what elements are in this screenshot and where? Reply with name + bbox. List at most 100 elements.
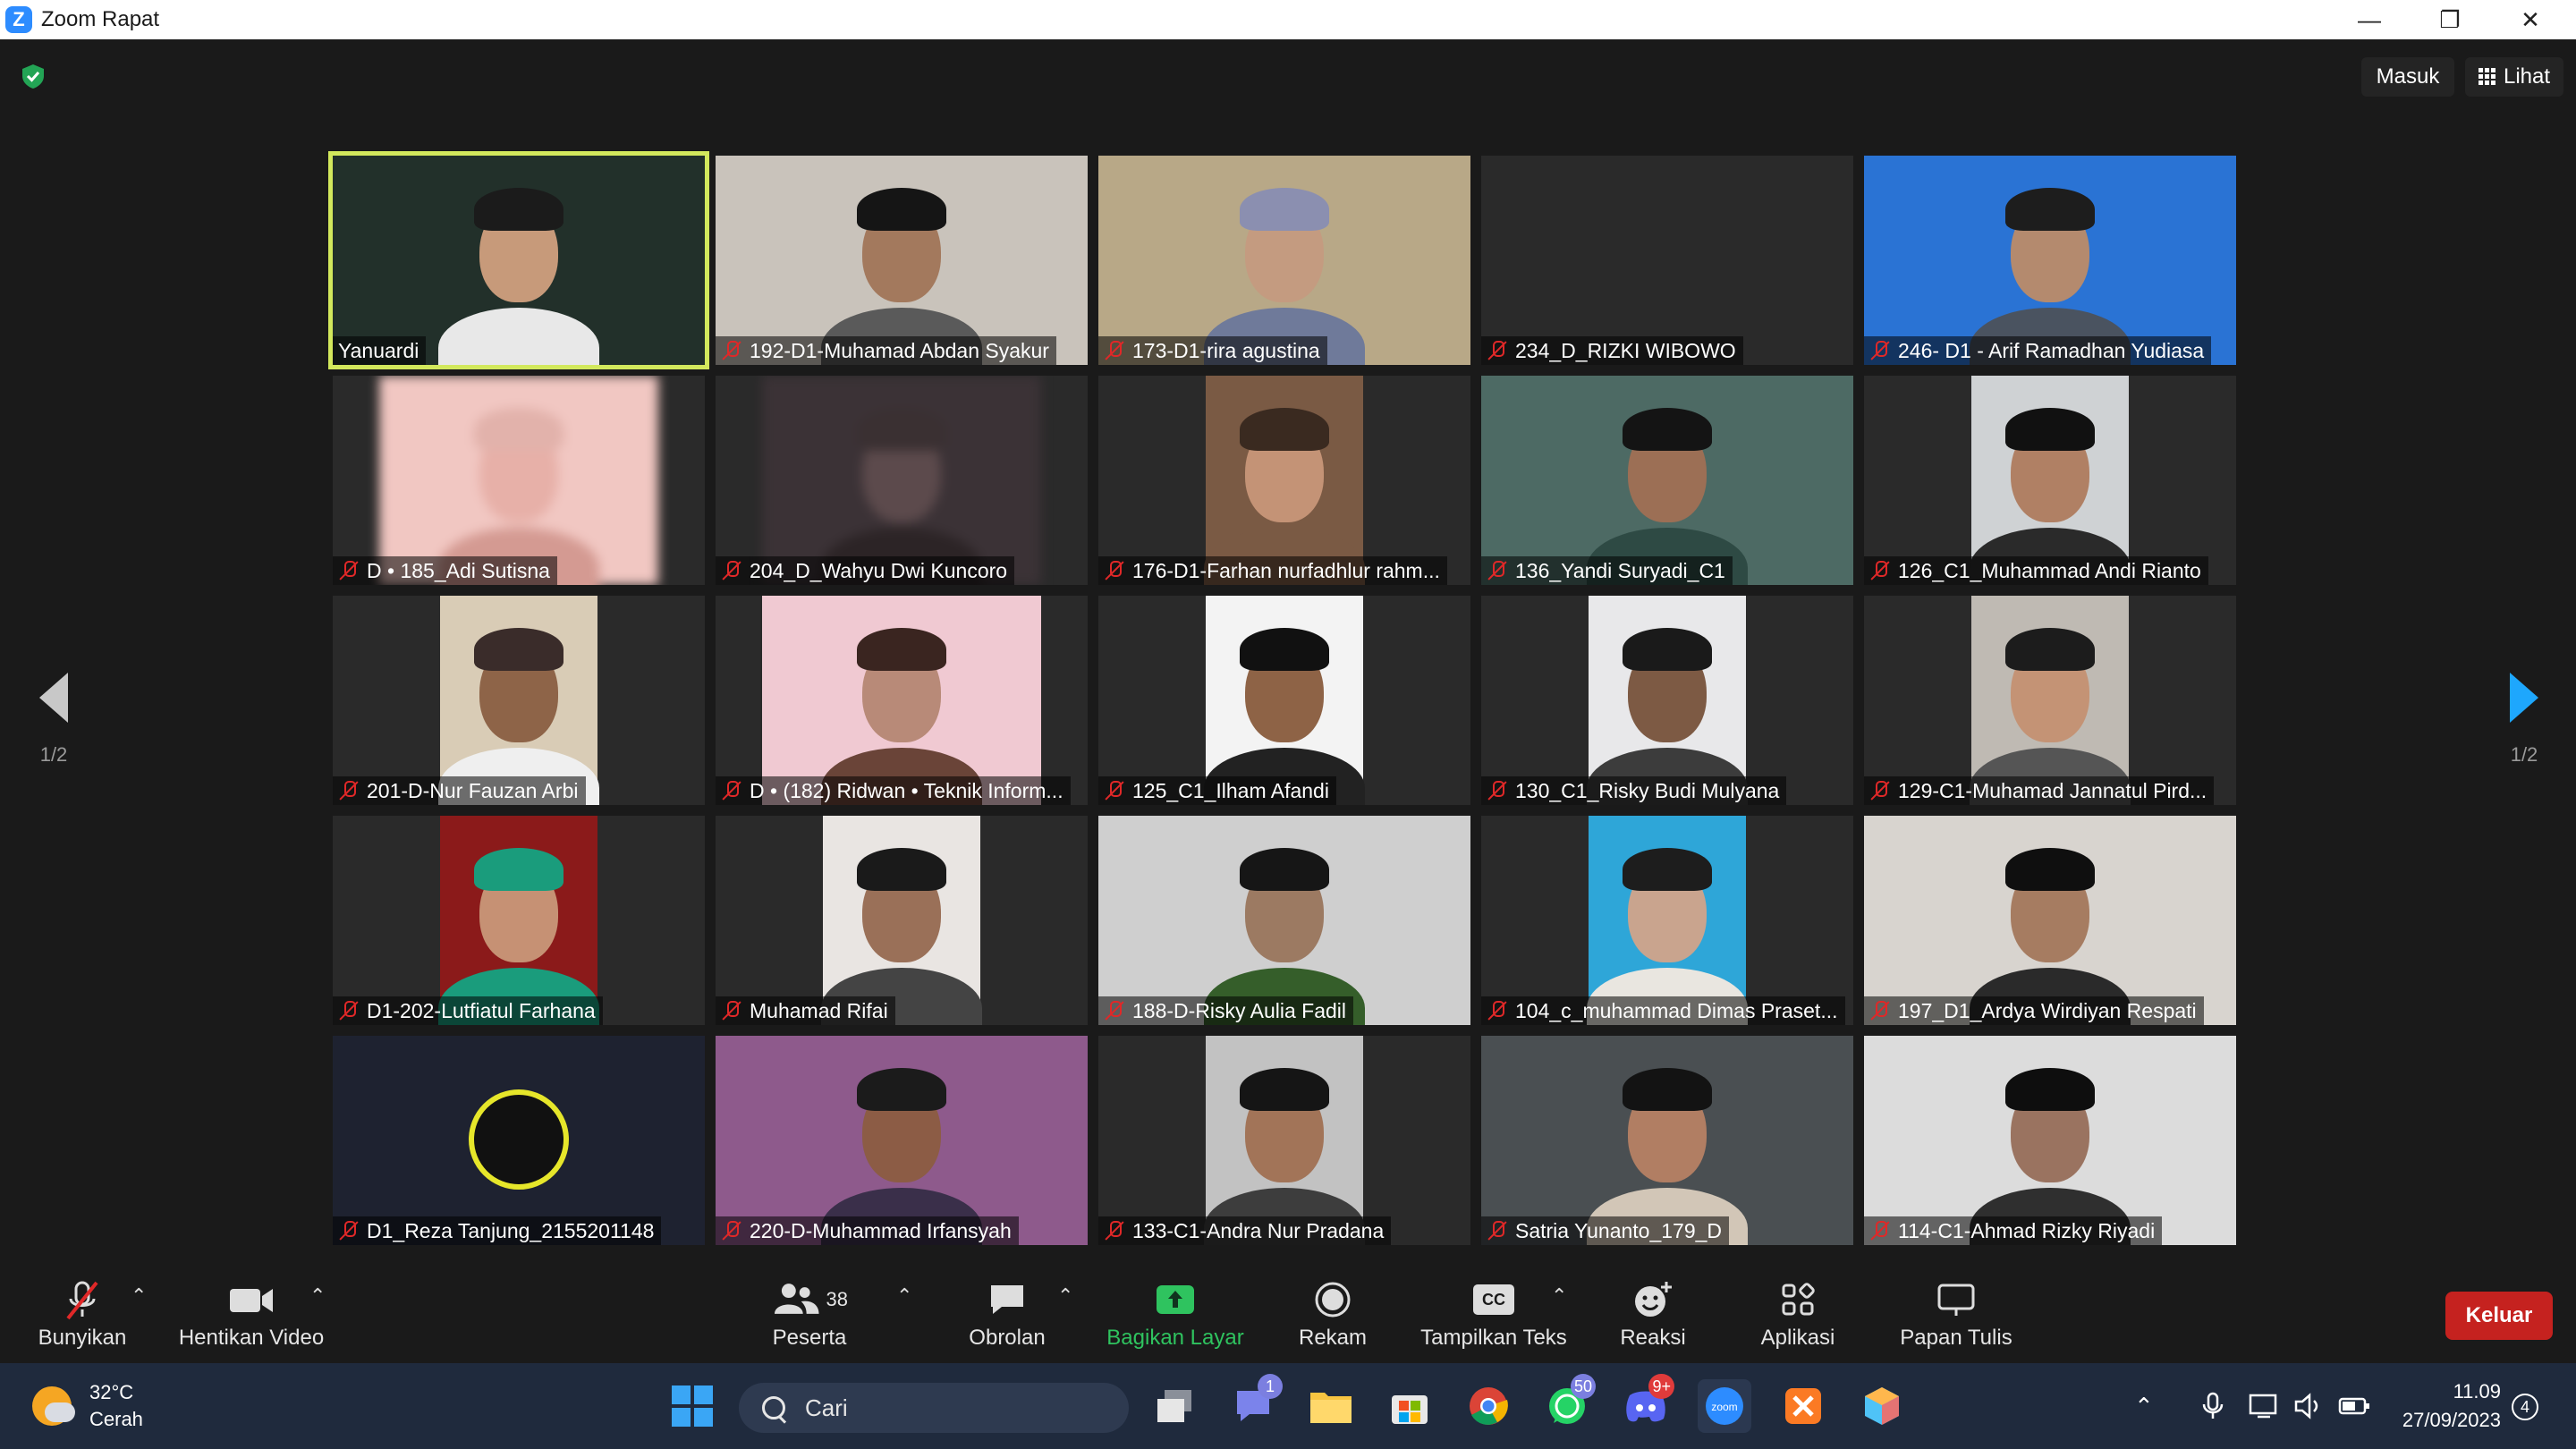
mic-muted-icon xyxy=(338,1220,360,1241)
participant-name: Yanuardi xyxy=(338,338,419,362)
participant-tile[interactable]: 125_C1_Ilham Afandi xyxy=(1098,596,1470,805)
mic-muted-icon xyxy=(338,560,360,581)
participant-tile[interactable]: 130_C1_Risky Budi Mulyana xyxy=(1481,596,1853,805)
participant-name: 136_Yandi Suryadi_C1 xyxy=(1515,558,1725,582)
participant-name: 234_D_RIZKI WIBOWO xyxy=(1515,338,1736,362)
taskbar-clock[interactable]: 11.09 27/09/2023 xyxy=(2379,1377,2501,1435)
participant-tile[interactable]: 188-D-Risky Aulia Fadil xyxy=(1098,816,1470,1025)
share-screen-button[interactable]: Bagikan Layar xyxy=(1104,1279,1247,1351)
video-options-caret[interactable]: ⌃ xyxy=(309,1284,326,1308)
participant-name-label: 129-C1-Muhamad Jannatul Pird... xyxy=(1864,776,2215,805)
teams-app-icon[interactable]: 1 xyxy=(1227,1374,1283,1433)
start-button[interactable] xyxy=(665,1379,719,1433)
participant-tile[interactable]: 129-C1-Muhamad Jannatul Pird... xyxy=(1864,596,2236,805)
record-button[interactable]: Rekam xyxy=(1295,1279,1370,1351)
chrome-icon[interactable] xyxy=(1462,1379,1515,1433)
captions-options-caret[interactable]: ⌃ xyxy=(1551,1284,1567,1308)
participant-tile[interactable]: 133-C1-Andra Nur Pradana xyxy=(1098,1036,1470,1245)
discord-icon[interactable]: 9+ xyxy=(1619,1374,1674,1433)
zoom-logo-icon: Z xyxy=(5,6,32,33)
reactions-button[interactable]: Reaksi xyxy=(1614,1279,1692,1351)
participant-name: D • (182) Ridwan • Teknik Inform... xyxy=(750,778,1063,802)
video-feed xyxy=(1864,156,2236,365)
windows-logo-icon xyxy=(672,1385,713,1427)
video-feed xyxy=(1204,596,1365,805)
network-icon[interactable] xyxy=(2249,1392,2281,1420)
mic-muted-icon xyxy=(1487,1000,1508,1021)
apps-button[interactable]: Aplikasi xyxy=(1753,1279,1843,1351)
stop-video-button[interactable]: Hentikan Video xyxy=(172,1279,331,1351)
participant-name: 246- D1 - Arif Ramadhan Yudiasa xyxy=(1898,338,2205,362)
participant-tile[interactable]: 104_c_muhammad Dimas Praset... xyxy=(1481,816,1853,1025)
participant-tile[interactable]: 136_Yandi Suryadi_C1 xyxy=(1481,376,1853,585)
video-feed xyxy=(438,816,599,1025)
next-page-button[interactable]: 1/2 xyxy=(2497,673,2551,767)
show-captions-button[interactable]: CC Tampilkan Teks xyxy=(1419,1279,1569,1351)
zoom-taskbar-icon[interactable]: zoom xyxy=(1698,1379,1751,1433)
cube-app-icon[interactable] xyxy=(1855,1379,1909,1433)
file-explorer-icon[interactable] xyxy=(1304,1379,1358,1433)
previous-page-button[interactable]: 1/2 xyxy=(27,673,80,767)
volume-icon[interactable] xyxy=(2293,1392,2324,1420)
arrow-right-icon xyxy=(2510,673,2538,723)
participant-tile[interactable]: 246- D1 - Arif Ramadhan Yudiasa xyxy=(1864,156,2236,365)
chrome-logo-icon xyxy=(1470,1387,1508,1425)
participant-tile[interactable]: 126_C1_Muhammad Andi Rianto xyxy=(1864,376,2236,585)
participants-options-caret[interactable]: ⌃ xyxy=(896,1284,912,1308)
security-shield-icon[interactable] xyxy=(20,63,47,89)
notification-count[interactable]: 4 xyxy=(2512,1394,2538,1420)
participant-tile[interactable]: D1_Reza Tanjung_2155201148 xyxy=(333,1036,705,1245)
masuk-button[interactable]: Masuk xyxy=(2361,57,2454,97)
participant-tile[interactable]: 204_D_Wahyu Dwi Kuncoro xyxy=(716,376,1088,585)
whiteboard-button[interactable]: Papan Tulis xyxy=(1896,1279,2016,1351)
battery-icon[interactable] xyxy=(2336,1392,2372,1420)
participant-name-label: 173-D1-rira agustina xyxy=(1098,336,1327,365)
video-feed xyxy=(1864,1036,2236,1245)
chat-options-caret[interactable]: ⌃ xyxy=(1057,1284,1073,1308)
participant-tile[interactable]: 234_D_RIZKI WIBOWO xyxy=(1481,156,1853,365)
participant-tile[interactable]: 176-D1-Farhan nurfadhlur rahm... xyxy=(1098,376,1470,585)
view-label: Lihat xyxy=(2503,64,2551,89)
microsoft-store-icon[interactable] xyxy=(1383,1379,1436,1433)
participant-name-label: D1_Reza Tanjung_2155201148 xyxy=(333,1216,662,1245)
participant-tile[interactable]: 114-C1-Ahmad Rizky Riyadi xyxy=(1864,1036,2236,1245)
participant-tile[interactable]: D1-202-Lutfiatul Farhana xyxy=(333,816,705,1025)
participant-tile[interactable]: 192-D1-Muhamad Abdan Syakur xyxy=(716,156,1088,365)
audio-options-caret[interactable]: ⌃ xyxy=(131,1284,147,1308)
participant-name-label: Muhamad Rifai xyxy=(716,996,895,1025)
participant-tile[interactable]: Muhamad Rifai xyxy=(716,816,1088,1025)
minimize-button[interactable]: — xyxy=(2329,0,2410,39)
weather-widget[interactable]: 32°C Cerah xyxy=(32,1379,143,1433)
participant-tile[interactable]: 173-D1-rira agustina xyxy=(1098,156,1470,365)
leave-meeting-button[interactable]: Keluar xyxy=(2445,1292,2553,1340)
participants-button[interactable]: 38 Peserta xyxy=(771,1279,848,1351)
view-button[interactable]: Lihat xyxy=(2465,57,2563,97)
taskbar-search[interactable]: Cari xyxy=(739,1383,1129,1433)
participant-tile[interactable]: 220-D-Muhammad Irfansyah xyxy=(716,1036,1088,1245)
participant-tile[interactable]: D • 185_Adi Sutisna xyxy=(333,376,705,585)
grid-view-icon xyxy=(2478,68,2496,86)
close-button[interactable]: ✕ xyxy=(2490,0,2571,39)
participant-tile[interactable]: Satria Yunanto_179_D xyxy=(1481,1036,1853,1245)
participant-name: 188-D-Risky Aulia Fadil xyxy=(1132,998,1347,1022)
unmute-button[interactable]: Bunyikan xyxy=(27,1279,138,1351)
participant-name-label: 192-D1-Muhamad Abdan Syakur xyxy=(716,336,1056,365)
chat-button[interactable]: Obrolan xyxy=(962,1279,1052,1351)
system-tray: ⌃ xyxy=(2120,1363,2372,1449)
chevron-up-icon[interactable]: ⌃ xyxy=(2134,1393,2154,1420)
mic-muted-icon xyxy=(721,1000,742,1021)
participant-tile[interactable]: 197_D1_Ardya Wirdiyan Respati xyxy=(1864,816,2236,1025)
participant-tile[interactable]: D • (182) Ridwan • Teknik Inform... xyxy=(716,596,1088,805)
restore-button[interactable]: ❐ xyxy=(2410,0,2490,39)
whatsapp-icon[interactable]: 50 xyxy=(1540,1374,1596,1433)
whatsapp-badge: 50 xyxy=(1570,1374,1596,1399)
task-view-button[interactable] xyxy=(1148,1379,1202,1433)
video-feed xyxy=(1587,596,1748,805)
store-bag-icon xyxy=(1392,1395,1428,1424)
window-title: Zoom Rapat xyxy=(41,7,160,31)
xampp-icon[interactable] xyxy=(1776,1379,1830,1433)
video-feed xyxy=(1098,156,1470,365)
participant-tile[interactable]: 201-D-Nur Fauzan Arbi xyxy=(333,596,705,805)
participant-tile[interactable]: Yanuardi xyxy=(328,151,709,369)
microphone-icon[interactable] xyxy=(2200,1392,2225,1420)
